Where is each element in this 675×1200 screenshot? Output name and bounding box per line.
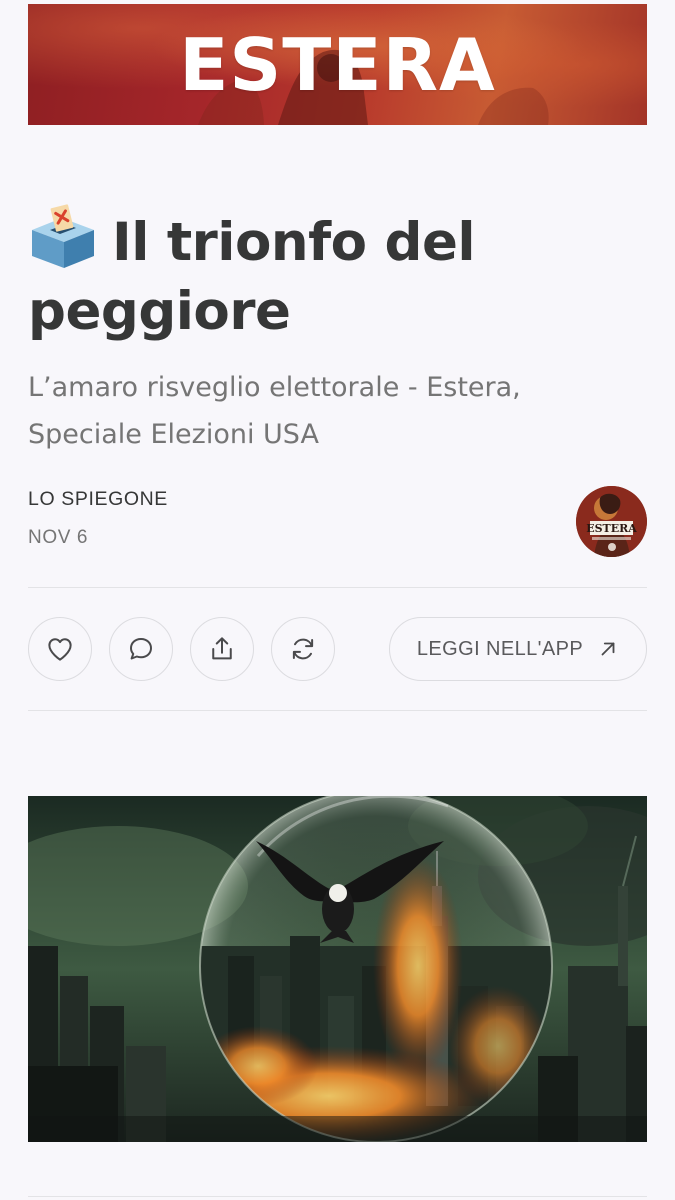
divider — [28, 710, 647, 711]
author-name[interactable]: LO SPIEGONE — [28, 488, 168, 511]
divider — [28, 587, 647, 588]
comment-icon — [130, 638, 152, 660]
divider — [28, 1196, 647, 1197]
comment-button[interactable] — [109, 617, 173, 681]
post-page: ESTERA Il trionfo del peggiore L’amaro r… — [0, 0, 675, 1200]
post-subtitle: L’amaro risveglio elettorale - Estera, S… — [28, 372, 521, 450]
hero-illustration — [28, 796, 647, 1142]
publication-avatar[interactable]: ESTERA — [576, 486, 647, 557]
read-in-app-label: LEGGI NELL'APP — [416, 637, 584, 660]
banner-title: ESTERA — [179, 23, 496, 107]
avatar-artwork: ESTERA — [576, 486, 647, 557]
restack-icon — [292, 638, 314, 660]
restack-button[interactable] — [271, 617, 335, 681]
ballot-box-icon — [32, 204, 94, 268]
heart-icon — [48, 638, 72, 661]
post-title: Il trionfo del peggiore — [28, 204, 648, 346]
like-button[interactable] — [28, 617, 92, 681]
read-in-app-button[interactable]: LEGGI NELL'APP — [389, 617, 647, 681]
hero-image[interactable] — [28, 796, 647, 1142]
share-button[interactable] — [190, 617, 254, 681]
post-date: NOV 6 — [28, 527, 89, 548]
publication-banner[interactable]: ESTERA — [28, 4, 647, 125]
arrow-up-right-icon — [601, 642, 615, 656]
avatar-text: ESTERA — [586, 522, 637, 535]
share-icon — [212, 637, 232, 660]
